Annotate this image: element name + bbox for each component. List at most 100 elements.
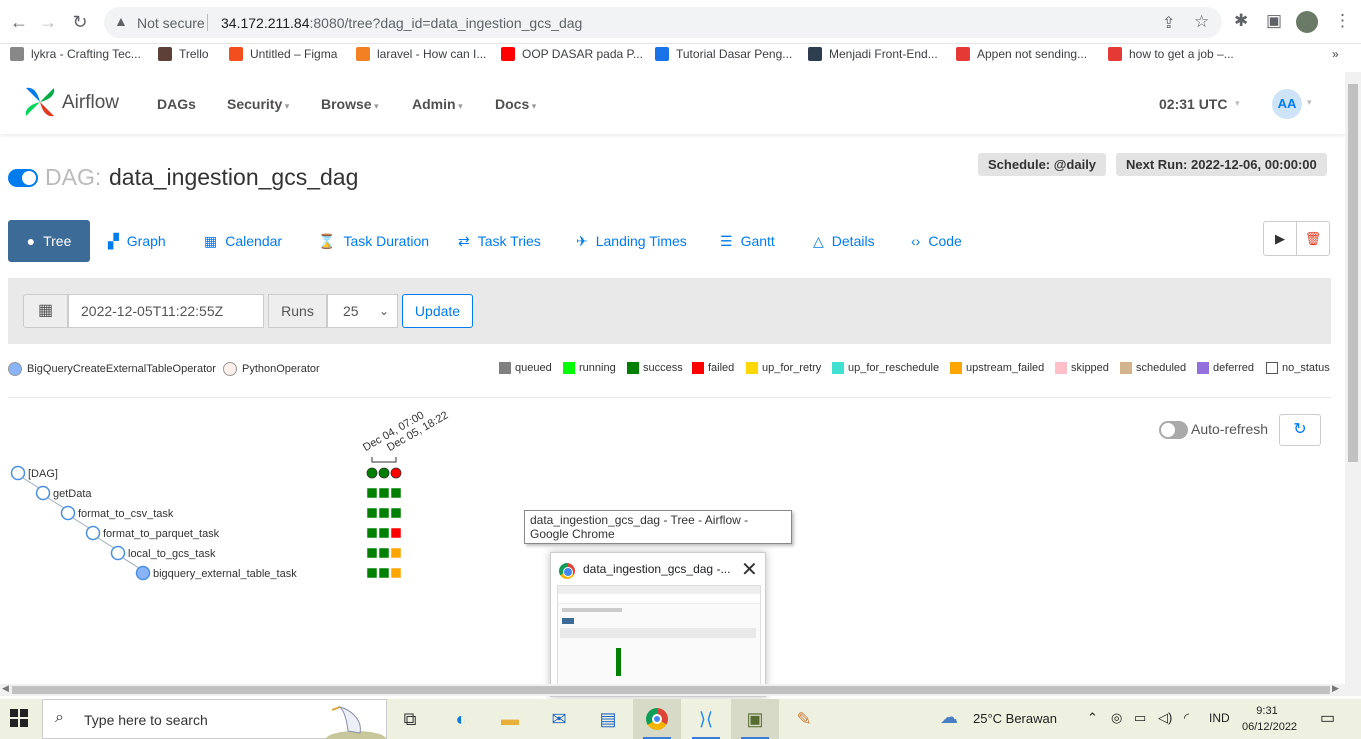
- extensions-icon[interactable]: ✱: [1234, 11, 1248, 31]
- task-instance-success[interactable]: [378, 567, 390, 579]
- tab-calendar[interactable]: ▦ Calendar: [194, 220, 292, 262]
- task-name[interactable]: format_to_parquet_task: [103, 528, 220, 540]
- tree-node-local_to_gcs_task[interactable]: [110, 545, 126, 561]
- tab-graph[interactable]: ▞ Graph: [98, 220, 176, 262]
- bookmark-item[interactable]: OOP DASAR pada P...: [501, 47, 643, 61]
- nav-menu-dags[interactable]: DAGs: [157, 96, 196, 112]
- nav-menu-docs[interactable]: Docs ▾: [495, 96, 536, 112]
- state-legend-upstream_failed[interactable]: upstream_failed: [950, 362, 1044, 374]
- chevron-up-icon[interactable]: ⌃: [1087, 710, 1098, 726]
- tab-gantt[interactable]: ☰ Gantt: [710, 220, 785, 262]
- state-legend-running[interactable]: running: [563, 362, 616, 374]
- runs-select[interactable]: 25 ⌄: [327, 294, 398, 328]
- windows-start-icon[interactable]: [10, 709, 28, 727]
- profile-avatar[interactable]: [1296, 11, 1318, 33]
- state-legend-deferred[interactable]: deferred: [1197, 362, 1254, 374]
- bookmark-item[interactable]: Trello: [158, 47, 209, 61]
- tab-landing-times[interactable]: ✈ Landing Times: [566, 220, 697, 262]
- dag-run-success[interactable]: [378, 467, 390, 479]
- refresh-button[interactable]: ↻: [1279, 414, 1321, 446]
- language-indicator[interactable]: IND: [1209, 711, 1230, 725]
- mail-icon[interactable]: ✉: [535, 699, 583, 739]
- wifi-icon[interactable]: ◜: [1184, 710, 1189, 726]
- server-time[interactable]: 02:31 UTC: [1159, 96, 1227, 112]
- task-view-icon[interactable]: ⧉: [386, 699, 434, 739]
- dag-run-failed[interactable]: [390, 467, 402, 479]
- tree-node-root[interactable]: [10, 465, 26, 481]
- bookmark-item[interactable]: how to get a job –...: [1108, 47, 1234, 61]
- update-button[interactable]: Update: [402, 294, 473, 328]
- address-bar[interactable]: ▲ Not secure 34.172.211.84:8080/tree?dag…: [104, 7, 1222, 38]
- task-instance-success[interactable]: [378, 527, 390, 539]
- task-instance-success[interactable]: [366, 487, 378, 499]
- task-name[interactable]: bigquery_external_table_task: [153, 568, 297, 580]
- close-icon[interactable]: ✕: [741, 557, 758, 582]
- bookmark-item[interactable]: Appen not sending...: [956, 47, 1087, 61]
- state-legend-up_for_reschedule[interactable]: up_for_reschedule: [832, 362, 939, 374]
- nav-menu-browse[interactable]: Browse ▾: [321, 96, 379, 112]
- horizontal-scrollbar[interactable]: ◀ ▶: [0, 683, 1345, 696]
- more-bookmarks-icon[interactable]: »: [1332, 47, 1339, 61]
- bookmark-item[interactable]: lykra - Crafting Tec...: [10, 47, 141, 61]
- share-icon[interactable]: ⇪: [1162, 13, 1175, 33]
- back-icon[interactable]: ←: [8, 11, 30, 33]
- battery-icon[interactable]: ▭: [1134, 710, 1146, 726]
- task-name[interactable]: getData: [53, 488, 92, 500]
- tree-node-format_to_parquet_task[interactable]: [85, 525, 101, 541]
- bookmark-star-icon[interactable]: ☆: [1194, 12, 1209, 32]
- forward-icon[interactable]: →: [37, 11, 59, 33]
- task-instance-success[interactable]: [378, 487, 390, 499]
- state-legend-up_for_retry[interactable]: up_for_retry: [746, 362, 821, 374]
- tree-node-format_to_csv_task[interactable]: [60, 505, 76, 521]
- delete-dag-icon[interactable]: 🗑: [1296, 222, 1329, 255]
- auto-refresh-toggle[interactable]: [1159, 421, 1188, 439]
- url-text[interactable]: 34.172.211.84:8080/tree?dag_id=data_inge…: [221, 15, 582, 31]
- weather-text[interactable]: 25°C Berawan: [973, 711, 1057, 726]
- calendar-icon[interactable]: ▦: [23, 294, 68, 328]
- tab-code[interactable]: ‹› Code: [901, 220, 972, 262]
- tab-details[interactable]: △ Details: [803, 220, 885, 262]
- state-legend-no_status[interactable]: no_status: [1266, 362, 1330, 374]
- time-caret-icon[interactable]: ▾: [1235, 98, 1240, 109]
- tab-tree[interactable]: ● Tree: [8, 220, 90, 262]
- weather-icon[interactable]: ☁: [940, 707, 958, 728]
- tree-node-bigquery_external_table_task[interactable]: [135, 565, 151, 581]
- airflow-logo-icon[interactable]: [22, 84, 58, 120]
- bookmark-item[interactable]: Menjadi Front-End...: [808, 47, 938, 61]
- state-legend-scheduled[interactable]: scheduled: [1120, 362, 1186, 374]
- taskbar-clock[interactable]: 9:31 06/12/2022: [1242, 703, 1297, 735]
- vscode-icon[interactable]: ⟩⟨: [682, 699, 730, 739]
- chrome-menu-icon[interactable]: ⋮: [1334, 11, 1351, 31]
- taskbar-thumbnail[interactable]: data_ingestion_gcs_dag -... ✕: [550, 552, 766, 697]
- store-icon[interactable]: ▤: [584, 699, 632, 739]
- scroll-left-icon[interactable]: ◀: [2, 683, 9, 694]
- tab-task-tries[interactable]: ⇄ Task Tries: [448, 220, 551, 262]
- task-instance-success[interactable]: [366, 547, 378, 559]
- trigger-dag-icon[interactable]: ▶: [1264, 222, 1296, 255]
- volume-icon[interactable]: ◁): [1158, 710, 1172, 726]
- notifications-icon[interactable]: ▭: [1320, 708, 1335, 728]
- taskbar-search[interactable]: ⌕ Type here to search: [42, 699, 387, 739]
- meet-now-icon[interactable]: ◎: [1111, 710, 1122, 726]
- base-date-input[interactable]: 2022-12-05T11:22:55Z: [68, 294, 264, 328]
- paint-icon[interactable]: ✎: [780, 699, 828, 739]
- task-instance-success[interactable]: [366, 507, 378, 519]
- state-legend-success[interactable]: success: [627, 362, 683, 374]
- bookmark-item[interactable]: Tutorial Dasar Peng...: [655, 47, 792, 61]
- dag-pause-toggle[interactable]: [8, 169, 38, 187]
- task-instance-upstream_failed[interactable]: [390, 567, 402, 579]
- bookmark-item[interactable]: Untitled – Figma: [229, 47, 337, 61]
- task-instance-success[interactable]: [378, 507, 390, 519]
- user-avatar[interactable]: AA: [1272, 89, 1302, 119]
- task-instance-success[interactable]: [390, 487, 402, 499]
- task-instance-success[interactable]: [390, 507, 402, 519]
- tab-task-duration[interactable]: ⌛ Task Duration: [308, 220, 439, 262]
- chrome-taskbar-icon[interactable]: [633, 699, 681, 739]
- state-legend-queued[interactable]: queued: [499, 362, 552, 374]
- state-legend-skipped[interactable]: skipped: [1055, 362, 1109, 374]
- sidepanel-icon[interactable]: ▣: [1266, 11, 1282, 31]
- vertical-scroll-thumb[interactable]: [1348, 84, 1358, 462]
- user-caret-icon[interactable]: ▾: [1307, 97, 1312, 108]
- airflow-brand[interactable]: Airflow: [62, 92, 119, 114]
- vertical-scrollbar[interactable]: [1345, 72, 1361, 696]
